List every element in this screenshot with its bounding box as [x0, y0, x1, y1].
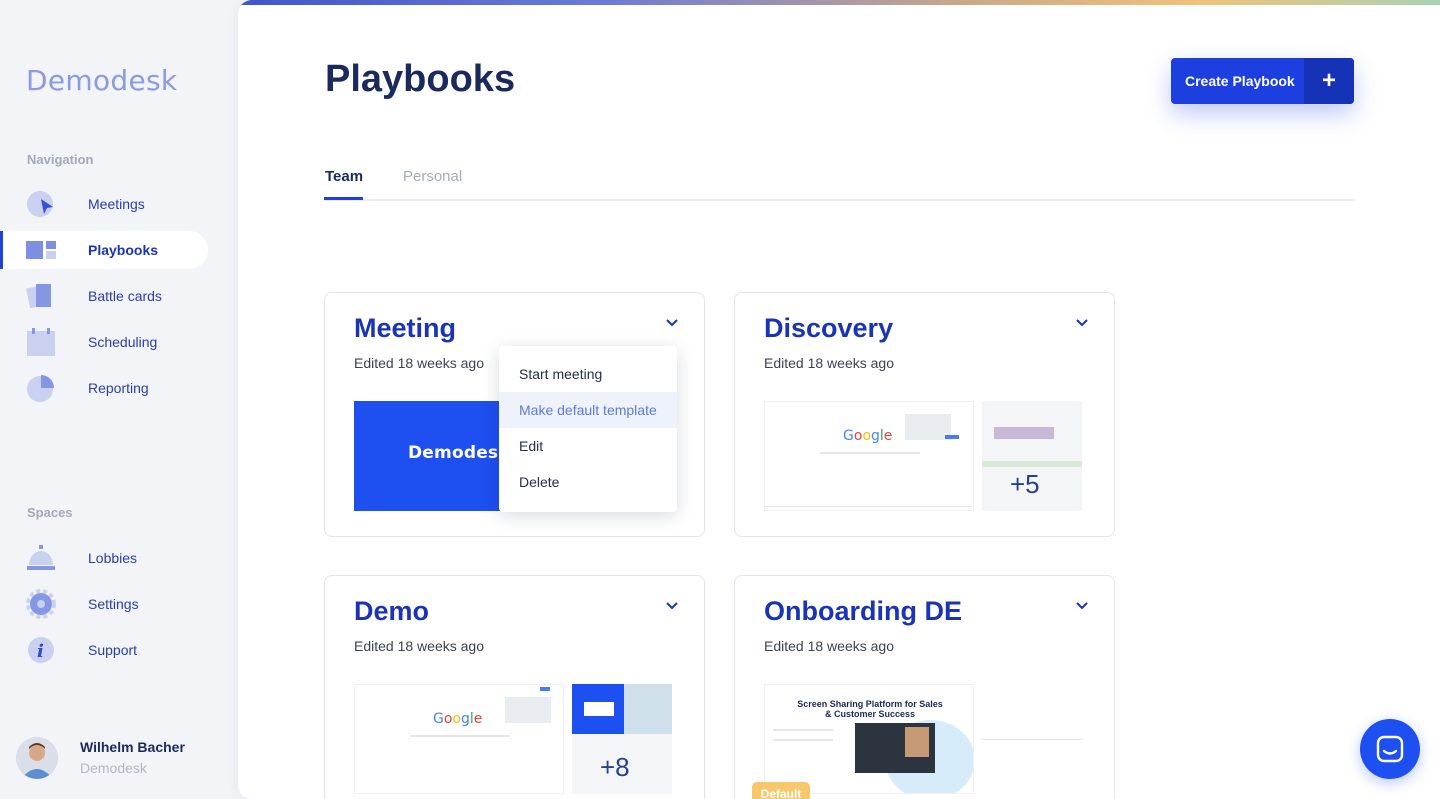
chevron-down-icon[interactable] — [1074, 315, 1090, 331]
chat-icon — [1376, 735, 1404, 763]
sidebar-item-reporting[interactable]: Reporting — [0, 369, 208, 407]
bar-placeholder — [982, 461, 1082, 467]
text-placeholder — [773, 739, 833, 741]
sidebar-item-label: Playbooks — [88, 242, 159, 258]
google-letter: e — [883, 428, 893, 444]
card-edited-time: Edited 18 weeks ago — [764, 355, 894, 371]
sidebar-item-battle-cards[interactable]: Battle cards — [0, 277, 208, 315]
chat-launcher-button[interactable] — [1360, 719, 1420, 779]
sidebar-item-lobbies[interactable]: Lobbies — [0, 539, 208, 577]
playbook-tabs: Team Personal — [323, 166, 1354, 201]
playbook-card-discovery[interactable]: Discovery Edited 18 weeks ago Google +5 — [734, 292, 1115, 537]
create-playbook-button[interactable]: Create Playbook + — [1171, 58, 1354, 104]
sidebar-item-label: Settings — [88, 596, 139, 612]
sidebar-item-settings[interactable]: Settings — [0, 585, 208, 623]
image-placeholder — [994, 427, 1054, 439]
card-title: Discovery — [764, 313, 894, 343]
google-letter: g — [461, 711, 470, 727]
google-letter: g — [871, 428, 880, 444]
text-placeholder — [773, 729, 833, 731]
sidebar-item-label: Scheduling — [88, 334, 158, 350]
google-logo: Google — [843, 428, 892, 444]
card-thumbnail: Google — [354, 684, 564, 794]
tab-personal[interactable]: Personal — [403, 168, 462, 185]
chevron-down-icon[interactable] — [1074, 598, 1090, 614]
sidebar-item-scheduling[interactable]: Scheduling — [0, 323, 208, 361]
card-edited-time: Edited 18 weeks ago — [764, 638, 894, 654]
default-badge: Default — [752, 782, 810, 799]
card-title: Meeting — [354, 313, 457, 343]
page-title: Playbooks — [325, 58, 516, 100]
google-letter: e — [473, 711, 483, 727]
sidebar-item-label: Battle cards — [88, 288, 162, 304]
card-thumbnail: Google — [764, 401, 974, 511]
navigation-section-label: Navigation — [27, 152, 94, 167]
image-placeholder — [624, 684, 672, 734]
search-bar-placeholder — [820, 452, 920, 454]
create-playbook-label: Create Playbook — [1185, 73, 1295, 89]
card-edited-time: Edited 18 weeks ago — [354, 355, 484, 371]
sidebar-item-playbooks[interactable]: Playbooks — [0, 231, 208, 269]
google-logo: Google — [433, 711, 482, 727]
menu-item-delete[interactable]: Delete — [499, 464, 677, 500]
search-bar-placeholder — [410, 735, 510, 737]
button-placeholder — [945, 435, 959, 439]
card-thumbnail-more: +8 — [572, 684, 672, 794]
playbook-actions-menu: Start meeting Make default template Edit… — [499, 346, 677, 512]
google-letter: o — [862, 428, 872, 444]
calendar-icon — [27, 328, 55, 356]
popup-placeholder — [505, 697, 551, 723]
user-profile[interactable]: Wilhelm Bacher Demodesk — [16, 735, 226, 785]
card-title: Onboarding DE — [764, 596, 962, 626]
playbook-card-onboarding-de[interactable]: Onboarding DE Edited 18 weeks ago Screen… — [734, 575, 1115, 799]
menu-item-make-default-template[interactable]: Make default template — [499, 392, 677, 428]
gear-icon — [26, 589, 56, 619]
google-letter: G — [433, 711, 444, 727]
user-organization: Demodesk — [80, 760, 147, 776]
user-name: Wilhelm Bacher — [80, 739, 185, 755]
spaces-section-label: Spaces — [27, 505, 73, 520]
dialog-placeholder — [584, 702, 614, 716]
sidebar: Demodesk Navigation Meetings Playbooks B… — [0, 0, 238, 799]
sidebar-item-label: Lobbies — [88, 550, 138, 566]
card-thumbnail-more — [982, 684, 1082, 794]
google-letter: G — [843, 428, 854, 444]
google-letter: o — [452, 711, 462, 727]
card-edited-time: Edited 18 weeks ago — [354, 638, 484, 654]
card-thumbnail: Screen Sharing Platform for Sales & Cust… — [764, 684, 974, 794]
sidebar-item-label: Meetings — [88, 196, 145, 212]
top-gradient-bar — [238, 0, 1440, 5]
tab-team[interactable]: Team — [323, 168, 364, 200]
demodesk-wordmark: Demodesk — [408, 443, 510, 463]
sidebar-item-label: Reporting — [88, 380, 149, 396]
plus-icon: + — [1304, 58, 1354, 104]
chevron-down-icon[interactable] — [664, 315, 680, 331]
card-thumbnail-more: +5 — [982, 401, 1082, 511]
sidebar-item-meetings[interactable]: Meetings — [0, 185, 208, 223]
button-placeholder — [540, 687, 550, 691]
divider-placeholder — [982, 739, 1082, 740]
playbooks-icon — [26, 241, 56, 259]
menu-item-edit[interactable]: Edit — [499, 428, 677, 464]
video-placeholder — [905, 727, 929, 757]
menu-item-start-meeting[interactable]: Start meeting — [499, 356, 677, 392]
meetings-icon — [27, 191, 53, 217]
battle-cards-icon — [26, 284, 51, 309]
more-thumbnails-count: +8 — [600, 752, 630, 782]
playbook-card-demo[interactable]: Demo Edited 18 weeks ago Google +8 — [324, 575, 705, 799]
more-thumbnails-count: +5 — [1010, 469, 1040, 499]
info-icon: i — [28, 637, 54, 663]
chevron-down-icon[interactable] — [664, 598, 680, 614]
sidebar-item-label: Support — [88, 642, 138, 658]
thumbnail-heading: Screen Sharing Platform for Sales & Cust… — [797, 699, 943, 719]
demodesk-logo[interactable]: Demodesk — [26, 64, 177, 97]
svg-text:i: i — [37, 641, 44, 662]
avatar[interactable] — [16, 737, 58, 779]
pie-chart-icon — [27, 375, 54, 402]
footer-placeholder — [765, 506, 973, 507]
sidebar-item-support[interactable]: i Support — [0, 631, 208, 669]
bell-icon — [27, 545, 55, 570]
card-title: Demo — [354, 596, 430, 626]
